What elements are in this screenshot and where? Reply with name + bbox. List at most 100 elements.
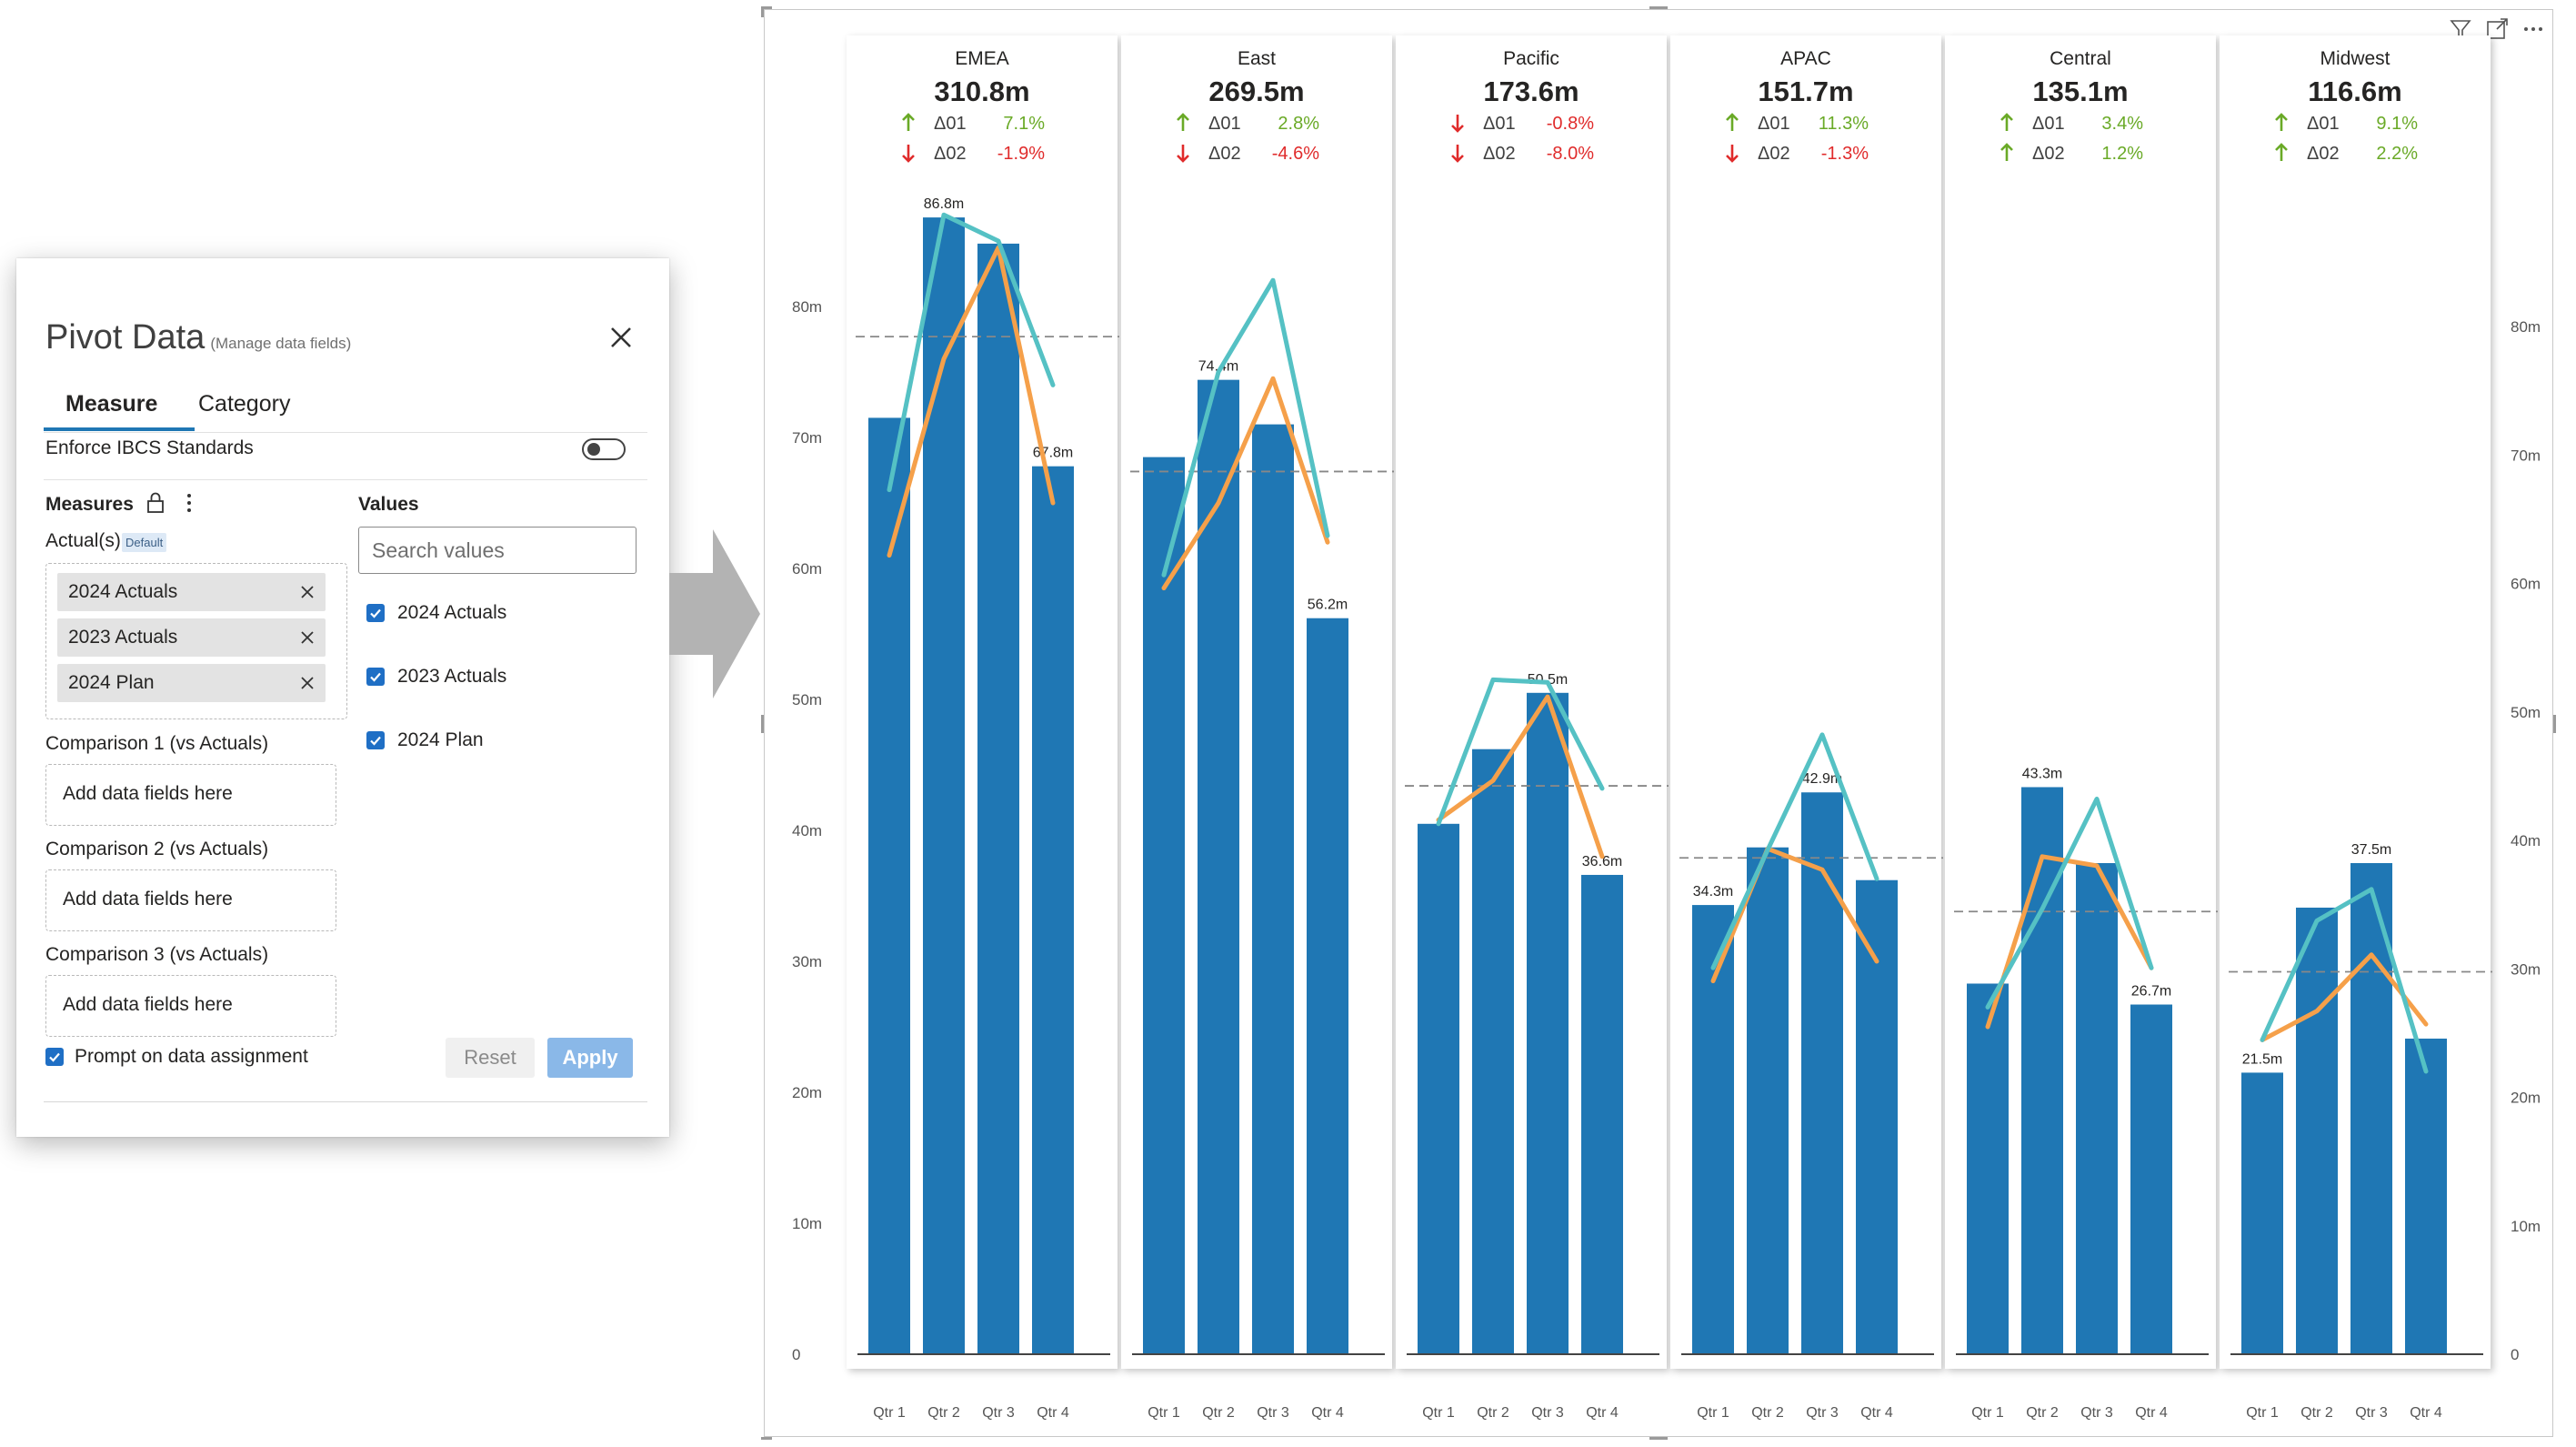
x-axis-tick-label: Qtr 1	[873, 1405, 906, 1421]
chip-remove-icon[interactable]	[298, 674, 316, 692]
y-axis-tick-label-right: 60m	[2511, 576, 2541, 593]
x-axis-tick-label: Qtr 4	[1311, 1405, 1344, 1421]
bar	[923, 217, 965, 1355]
tab-category[interactable]: Category	[198, 391, 290, 417]
y-axis-tick-label-right: 0	[2511, 1346, 2519, 1363]
y-axis-tick-label: 0	[792, 1346, 800, 1363]
active-tab-indicator	[44, 427, 195, 431]
section-divider	[44, 479, 647, 480]
chip-remove-icon[interactable]	[298, 583, 316, 601]
panel-region-title: Pacific	[1503, 48, 1559, 69]
tab-measure[interactable]: Measure	[65, 391, 157, 417]
y-axis-tick-label: 30m	[792, 953, 822, 970]
panel-total: 310.8m	[934, 75, 1029, 107]
x-axis-tick-label: Qtr 4	[2135, 1405, 2168, 1421]
lock-icon[interactable]	[145, 491, 165, 515]
y-axis-tick-label-right: 70m	[2511, 447, 2541, 464]
comparison-3-label: Comparison 3 (vs Actuals)	[45, 944, 269, 965]
resize-handle[interactable]	[761, 1437, 772, 1440]
bar	[1856, 879, 1898, 1354]
field-chip-label: 2023 Actuals	[68, 627, 178, 648]
delta-value: 2.8%	[1278, 114, 1319, 134]
field-chip[interactable]: 2024 Plan	[57, 664, 326, 702]
bar-data-label: 86.8m	[924, 196, 964, 212]
close-icon[interactable]	[606, 322, 636, 353]
resize-handle[interactable]	[761, 6, 764, 17]
resize-handle[interactable]	[761, 715, 764, 733]
panel-total: 269.5m	[1208, 75, 1304, 107]
actuals-drop-zone[interactable]: 2024 Actuals 2023 Actuals 2024 Plan	[45, 563, 347, 719]
y-axis-tick-label: 80m	[792, 298, 822, 316]
search-values-input[interactable]	[358, 527, 636, 574]
comparison-1-drop-zone[interactable]: Add data fields here	[45, 764, 336, 826]
x-axis-tick-label: Qtr 3	[2355, 1405, 2388, 1421]
panel-total: 151.7m	[1758, 75, 1853, 107]
checkbox-checked-icon[interactable]	[366, 731, 385, 749]
delta-label: Δ02	[1758, 144, 1790, 164]
delta-value: -1.9%	[997, 144, 1045, 164]
delta-value: -8.0%	[1547, 144, 1594, 164]
default-badge: Default	[122, 533, 167, 552]
x-axis-tick-label: Qtr 2	[1202, 1405, 1235, 1421]
resize-handle[interactable]	[1649, 1437, 1668, 1440]
delta-label: Δ01	[1483, 114, 1516, 134]
bar	[1801, 792, 1843, 1354]
y-axis-tick-label: 40m	[792, 822, 822, 839]
bar	[977, 243, 1019, 1354]
delta-label: Δ01	[2032, 114, 2065, 134]
panel-region-title: Midwest	[2320, 48, 2390, 69]
bar	[1307, 618, 1348, 1354]
values-label: Values	[358, 494, 419, 515]
bar	[2021, 787, 2063, 1354]
x-axis-tick-label: Qtr 2	[1477, 1405, 1509, 1421]
x-axis-tick-label: Qtr 1	[1697, 1405, 1729, 1421]
reset-button[interactable]: Reset	[446, 1038, 535, 1078]
checkbox-checked-icon[interactable]	[366, 604, 385, 622]
bar	[1252, 424, 1294, 1355]
enforce-ibcs-label: Enforce IBCS Standards	[45, 437, 254, 458]
pivot-data-dialog: Pivot Data (Manage data fields) Measure C…	[16, 258, 669, 1137]
bar	[2241, 1072, 2283, 1354]
field-chip[interactable]: 2024 Actuals	[57, 573, 326, 611]
y-axis-tick-label: 50m	[792, 691, 822, 708]
delta-value: 7.1%	[1003, 114, 1045, 134]
panel-region-title: EMEA	[955, 48, 1009, 69]
x-axis-tick-label: Qtr 4	[2410, 1405, 2442, 1421]
delta-value: 1.2%	[2101, 144, 2143, 164]
resize-handle[interactable]	[2553, 715, 2556, 733]
more-vertical-icon[interactable]	[184, 491, 195, 515]
y-axis-tick-label: 20m	[792, 1084, 822, 1101]
chip-remove-icon[interactable]	[298, 628, 316, 647]
bar	[1747, 847, 1789, 1354]
bar	[2296, 907, 2338, 1354]
x-axis-tick-label: Qtr 4	[1860, 1405, 1893, 1421]
y-axis-tick-label-right: 50m	[2511, 704, 2541, 721]
comparison-3-drop-zone[interactable]: Add data fields here	[45, 975, 336, 1037]
panel-region-title: APAC	[1780, 48, 1831, 69]
comparison-2-drop-zone[interactable]: Add data fields here	[45, 869, 336, 931]
y-axis-tick-label-right: 80m	[2511, 318, 2541, 336]
dialog-subtitle: (Manage data fields)	[210, 335, 352, 352]
panel-region-title: East	[1238, 48, 1276, 69]
small-multiples-chart: 0 10m 20m 30m 40m 50m 60m 70m 80m 0 10m 20m 30m 40m 50…	[792, 35, 2541, 1421]
field-chip-label: 2024 Plan	[68, 672, 155, 693]
value-option-label[interactable]: 2023 Actuals	[397, 666, 506, 688]
dialog-title-text: Pivot Data	[45, 318, 205, 357]
delta-label: Δ01	[1758, 114, 1790, 134]
apply-button[interactable]: Apply	[547, 1038, 633, 1078]
x-axis-tick-label: Qtr 3	[1531, 1405, 1564, 1421]
panel-total: 116.6m	[2308, 75, 2401, 107]
prompt-checkbox[interactable]	[45, 1048, 64, 1066]
x-axis-tick-label: Qtr 3	[2080, 1405, 2113, 1421]
value-option-label[interactable]: 2024 Plan	[397, 729, 484, 751]
enforce-ibcs-toggle[interactable]	[582, 438, 626, 460]
arrow-right-icon	[669, 529, 760, 698]
resize-handle[interactable]	[1649, 6, 1668, 9]
field-chip[interactable]: 2023 Actuals	[57, 618, 326, 657]
checkbox-checked-icon[interactable]	[366, 668, 385, 686]
toggle-knob	[587, 443, 600, 456]
x-axis-tick-label: Qtr 2	[2026, 1405, 2059, 1421]
value-option-label[interactable]: 2024 Actuals	[397, 602, 506, 624]
x-axis-tick-label: Qtr 2	[927, 1405, 960, 1421]
dialog-bottom-divider	[44, 1101, 647, 1102]
